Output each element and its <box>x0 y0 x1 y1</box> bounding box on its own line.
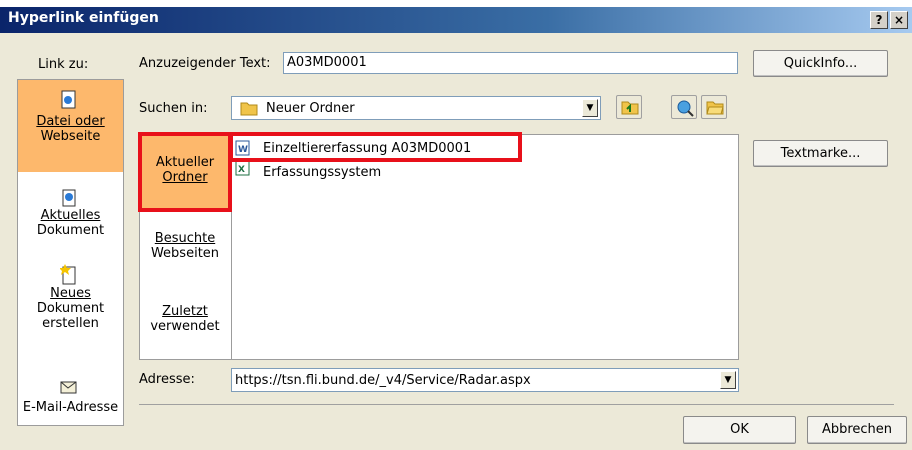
web-page-icon <box>60 90 78 110</box>
address-dropdown-button[interactable]: ▼ <box>720 371 736 389</box>
current-document-icon <box>60 188 78 208</box>
search-in-dropdown-button[interactable]: ▼ <box>582 99 598 117</box>
email-icon <box>60 378 78 396</box>
search-in-dropdown[interactable]: Neuer Ordner ▼ <box>231 96 601 120</box>
email-label: E-Mail-Adresse <box>22 400 119 415</box>
folder-up-icon <box>621 99 639 115</box>
file-list-item[interactable]: X Erfassungssystem <box>235 160 515 180</box>
window-title: Hyperlink einfügen <box>8 10 159 26</box>
link-to-item-current-document[interactable]: Aktuelles Dokument <box>18 182 123 250</box>
display-text-label: Anzuzeigender Text: <box>139 56 271 71</box>
browse-file-button[interactable] <box>701 95 727 119</box>
new-document-label: Neues Dokument erstellen <box>36 286 105 331</box>
excel-workbook-icon: X <box>235 160 251 176</box>
quickinfo-button[interactable]: QuickInfo... <box>753 50 888 77</box>
bookmark-button[interactable]: Textmarke... <box>753 140 888 167</box>
web-page-label: Datei oder Webseite <box>36 114 105 144</box>
current-document-label: Aktuelles Dokument <box>36 208 105 238</box>
up-one-folder-button[interactable] <box>616 95 642 119</box>
close-button[interactable]: × <box>890 11 908 29</box>
link-to-label: Link zu: <box>38 57 89 72</box>
address-label: Adresse: <box>139 372 195 387</box>
annotation-highlight-current-folder <box>138 132 232 212</box>
svg-text:X: X <box>238 165 245 175</box>
display-text-input[interactable]: A03MD0001 <box>283 52 738 74</box>
recent-label: Zuletzt verwendet <box>150 304 220 334</box>
help-button[interactable]: ? <box>870 11 888 29</box>
new-document-icon <box>59 264 78 286</box>
link-to-item-email[interactable]: E-Mail-Adresse <box>18 378 123 424</box>
subnav-visited-pages[interactable]: Besuchte Webseiten <box>140 220 230 280</box>
ok-button[interactable]: OK <box>683 416 796 444</box>
search-in-label: Suchen in: <box>139 101 208 116</box>
open-folder-icon <box>706 99 724 115</box>
subnav-recent[interactable]: Zuletzt verwendet <box>140 290 230 350</box>
separator <box>139 404 894 405</box>
link-to-item-new-document[interactable]: Neues Dokument erstellen <box>18 260 123 344</box>
visited-pages-label: Besuchte Webseiten <box>150 231 220 261</box>
folder-icon <box>240 100 258 116</box>
link-to-item-web-page[interactable]: Datei oder Webseite <box>18 80 123 172</box>
cancel-button[interactable]: Abbrechen <box>807 416 907 444</box>
globe-search-icon <box>676 99 694 117</box>
address-input[interactable]: https://tsn.fli.bund.de/_v4/Service/Rada… <box>231 368 739 392</box>
browse-web-button[interactable] <box>671 95 697 119</box>
annotation-highlight-file <box>229 132 522 162</box>
